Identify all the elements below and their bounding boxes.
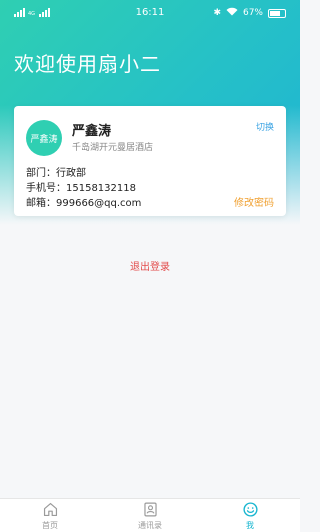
bluetooth-icon: ✱ bbox=[213, 8, 221, 18]
tab-contacts[interactable]: 通讯录 bbox=[100, 499, 200, 532]
contacts-icon bbox=[143, 502, 157, 516]
wifi-icon bbox=[226, 7, 238, 19]
smile-icon bbox=[242, 501, 258, 517]
home-icon bbox=[43, 502, 57, 516]
user-name: 严鑫涛 bbox=[72, 124, 112, 139]
tab-me[interactable]: 我 bbox=[200, 499, 300, 532]
avatar: 严鑫涛 bbox=[26, 120, 62, 156]
tab-me-label: 我 bbox=[246, 520, 254, 530]
status-bar: 4G 16:11 ✱ 67% bbox=[0, 0, 300, 26]
battery-percent: 67% bbox=[242, 8, 263, 18]
change-password-button[interactable]: 修改密码 bbox=[234, 194, 274, 209]
tab-contacts-label: 通讯录 bbox=[138, 520, 162, 530]
company-name: 千岛湖开元曼居酒店 bbox=[72, 143, 154, 153]
email-info: 邮箱：999666@qq.com bbox=[26, 198, 142, 209]
phone-info: 手机号：15158132118 bbox=[26, 183, 136, 194]
tab-home-label: 首页 bbox=[42, 520, 58, 530]
welcome-title: 欢迎使用扇小二 bbox=[14, 52, 161, 76]
department-info: 部门：行政部 bbox=[26, 168, 86, 179]
profile-card: 严鑫涛 严鑫涛 千岛湖开元曼居酒店 切换 部门：行政部 手机号：15158132… bbox=[14, 106, 286, 216]
battery-icon bbox=[268, 8, 286, 18]
tab-bar: 首页 通讯录 我 bbox=[0, 498, 300, 532]
status-icons: ✱ 67% bbox=[213, 7, 286, 19]
tab-home[interactable]: 首页 bbox=[0, 499, 100, 532]
switch-account-button[interactable]: 切换 bbox=[256, 120, 274, 133]
logout-button[interactable]: 退出登录 bbox=[0, 258, 300, 273]
